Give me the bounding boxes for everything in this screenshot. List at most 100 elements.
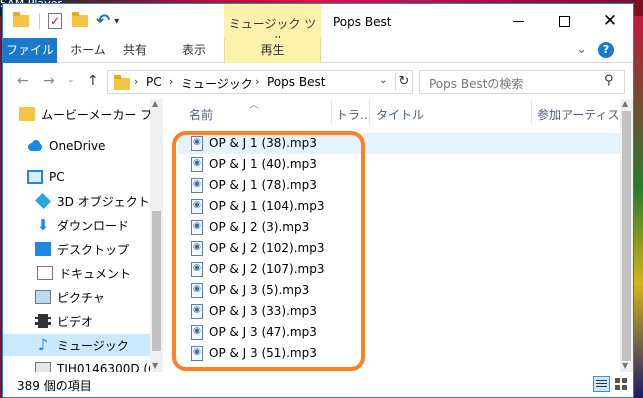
tab-share[interactable]: 共有 xyxy=(115,38,155,63)
address-bar[interactable]: › PC › ミュージック › Pops Best ⌄ ↻ xyxy=(107,70,413,94)
breadcrumb-chevron-icon[interactable]: › xyxy=(134,75,138,88)
scrollbar-thumb[interactable] xyxy=(152,211,161,351)
drive-icon xyxy=(35,362,51,372)
desktop-icon xyxy=(35,242,51,256)
tab-file[interactable]: ファイル xyxy=(3,38,57,63)
nav-item-label: TIH0146300D (C:) xyxy=(57,362,163,372)
recent-locations-icon[interactable]: ⌄ xyxy=(67,75,75,85)
nav-item-label: ミュージック xyxy=(57,338,129,353)
documents-icon xyxy=(37,266,53,280)
pc-icon xyxy=(27,170,43,184)
scroll-down-icon[interactable]: ▼ xyxy=(152,361,158,370)
nav-item-drive-c[interactable]: TIH0146300D (C:) xyxy=(3,358,163,372)
scroll-down-icon[interactable]: ▼ xyxy=(622,361,628,370)
nav-item-3d-objects[interactable]: 3D オブジェクト xyxy=(3,190,150,212)
nav-item-downloads[interactable]: ⬇ ダウンロード xyxy=(3,214,150,236)
search-box[interactable]: Pops Bestの検索 ⚲ xyxy=(419,70,625,94)
navigation-pane: ムービーメーカー プロジ OneDrive PC 3D オブジェクト ⬇ ダウン… xyxy=(3,98,163,372)
minimize-button[interactable] xyxy=(495,4,541,38)
column-divider[interactable] xyxy=(331,100,332,124)
folder-icon xyxy=(19,107,35,121)
customize-qa-icon[interactable]: ▾ xyxy=(114,16,119,27)
nav-item-label: ピクチャ xyxy=(57,290,105,305)
breadcrumb-pops-best[interactable]: Pops Best xyxy=(267,75,325,89)
close-button[interactable]: ✕ xyxy=(587,4,633,38)
ribbon-expand-icon[interactable]: ⌄ xyxy=(576,42,587,57)
scroll-up-icon[interactable]: ▲ xyxy=(622,99,628,108)
nav-item-label: 3D オブジェクト xyxy=(57,194,150,209)
navpane-scrollbar[interactable]: ▲ ▼ xyxy=(150,99,163,372)
search-icon: ⚲ xyxy=(604,73,614,88)
nav-item-label: OneDrive xyxy=(49,139,106,153)
breadcrumb-pc[interactable]: PC xyxy=(146,75,162,89)
background-right-edge xyxy=(634,16,643,398)
nav-item-videos[interactable]: ビデオ xyxy=(3,310,150,332)
tab-home[interactable]: ホーム xyxy=(63,38,113,63)
videos-icon xyxy=(35,314,51,328)
help-icon[interactable]: ? xyxy=(598,42,614,58)
tab-play[interactable]: 再生 xyxy=(224,38,321,63)
nav-item-onedrive[interactable]: OneDrive xyxy=(3,135,150,157)
nav-item-label: ビデオ xyxy=(57,314,94,329)
pictures-icon xyxy=(35,290,51,304)
music-icon: ♪ xyxy=(37,335,49,354)
window-title: Pops Best xyxy=(333,15,392,29)
status-bar: 389 個の項目 xyxy=(3,372,633,397)
nav-item-label: ドキュメント xyxy=(59,266,132,281)
up-icon[interactable]: ↑ xyxy=(87,73,99,89)
address-folder-icon xyxy=(114,75,130,90)
title-bar: ✓ ↶ ▾ ミュージック ツール Pops Best ✕ xyxy=(3,4,633,48)
address-dropdown-icon[interactable]: ⌄ xyxy=(379,75,387,86)
column-artist[interactable]: 参加アーティスト xyxy=(537,106,632,123)
details-view-icon[interactable] xyxy=(593,376,610,392)
nav-item-label: ムービーメーカー プロジ xyxy=(41,107,163,122)
back-icon[interactable]: ← xyxy=(17,73,29,89)
nav-item-moviemaker[interactable]: ムービーメーカー プロジ xyxy=(19,103,163,125)
nav-item-pc[interactable]: PC xyxy=(3,166,150,188)
context-tab-header: ミュージック ツール xyxy=(224,4,321,48)
explorer-window: ✓ ↶ ▾ ミュージック ツール Pops Best ✕ ファイル ホーム 共有… xyxy=(2,3,634,398)
nav-item-pictures[interactable]: ピクチャ xyxy=(3,286,150,308)
ribbon-tabs: ファイル ホーム 共有 表示 再生 ⌄ ? xyxy=(3,38,633,63)
refresh-icon[interactable]: ↻ xyxy=(395,73,412,91)
download-icon: ⬇ xyxy=(36,216,50,234)
onedrive-icon xyxy=(27,139,43,153)
breadcrumb-music[interactable]: ミュージック xyxy=(181,75,253,92)
nav-item-music[interactable]: ♪ ミュージック xyxy=(3,334,150,356)
address-row: ← → ⌄ ↑ › PC › ミュージック › Pops Best ⌄ ↻ Po… xyxy=(3,64,633,98)
maximize-button[interactable] xyxy=(541,4,587,38)
breadcrumb-chevron-icon[interactable]: › xyxy=(255,75,259,88)
large-icons-view-icon[interactable] xyxy=(614,377,628,391)
forward-icon[interactable]: → xyxy=(43,73,55,89)
nav-item-label: デスクトップ xyxy=(57,242,130,257)
undo-icon[interactable]: ↶ xyxy=(96,11,110,31)
highlight-annotation xyxy=(172,131,365,371)
scrollbar-thumb[interactable] xyxy=(622,111,631,361)
filelist-scrollbar[interactable]: ▲ ▼ xyxy=(620,99,633,372)
column-divider[interactable] xyxy=(369,100,370,124)
sort-ascending-icon: ︿ xyxy=(249,100,259,111)
breadcrumb-chevron-icon[interactable]: › xyxy=(169,75,173,88)
nav-item-label: ダウンロード xyxy=(57,218,130,233)
minimize-icon xyxy=(512,20,524,22)
properties-icon[interactable]: ✓ xyxy=(48,13,62,29)
folder-icon[interactable] xyxy=(13,12,29,27)
column-header: ︿ 名前 トラ... タイトル 参加アーティスト xyxy=(163,98,632,126)
close-icon: ✕ xyxy=(602,11,618,31)
column-title[interactable]: タイトル xyxy=(376,106,424,123)
column-name[interactable]: 名前 xyxy=(189,106,213,123)
scroll-up-icon[interactable]: ▲ xyxy=(152,99,158,108)
3d-objects-icon xyxy=(35,193,51,209)
maximize-icon xyxy=(558,15,570,27)
quick-access-toolbar: ✓ ↶ ▾ xyxy=(13,11,119,31)
nav-item-label: PC xyxy=(49,170,65,184)
new-folder-icon[interactable] xyxy=(72,12,88,27)
column-track[interactable]: トラ... xyxy=(336,106,371,123)
nav-item-desktop[interactable]: デスクトップ xyxy=(3,238,150,260)
column-divider[interactable] xyxy=(531,100,532,124)
qa-separator xyxy=(39,13,40,29)
tab-view[interactable]: 表示 xyxy=(169,38,219,63)
search-placeholder: Pops Bestの検索 xyxy=(429,77,524,91)
nav-item-documents[interactable]: ドキュメント xyxy=(3,262,150,284)
item-count: 389 個の項目 xyxy=(17,379,92,393)
